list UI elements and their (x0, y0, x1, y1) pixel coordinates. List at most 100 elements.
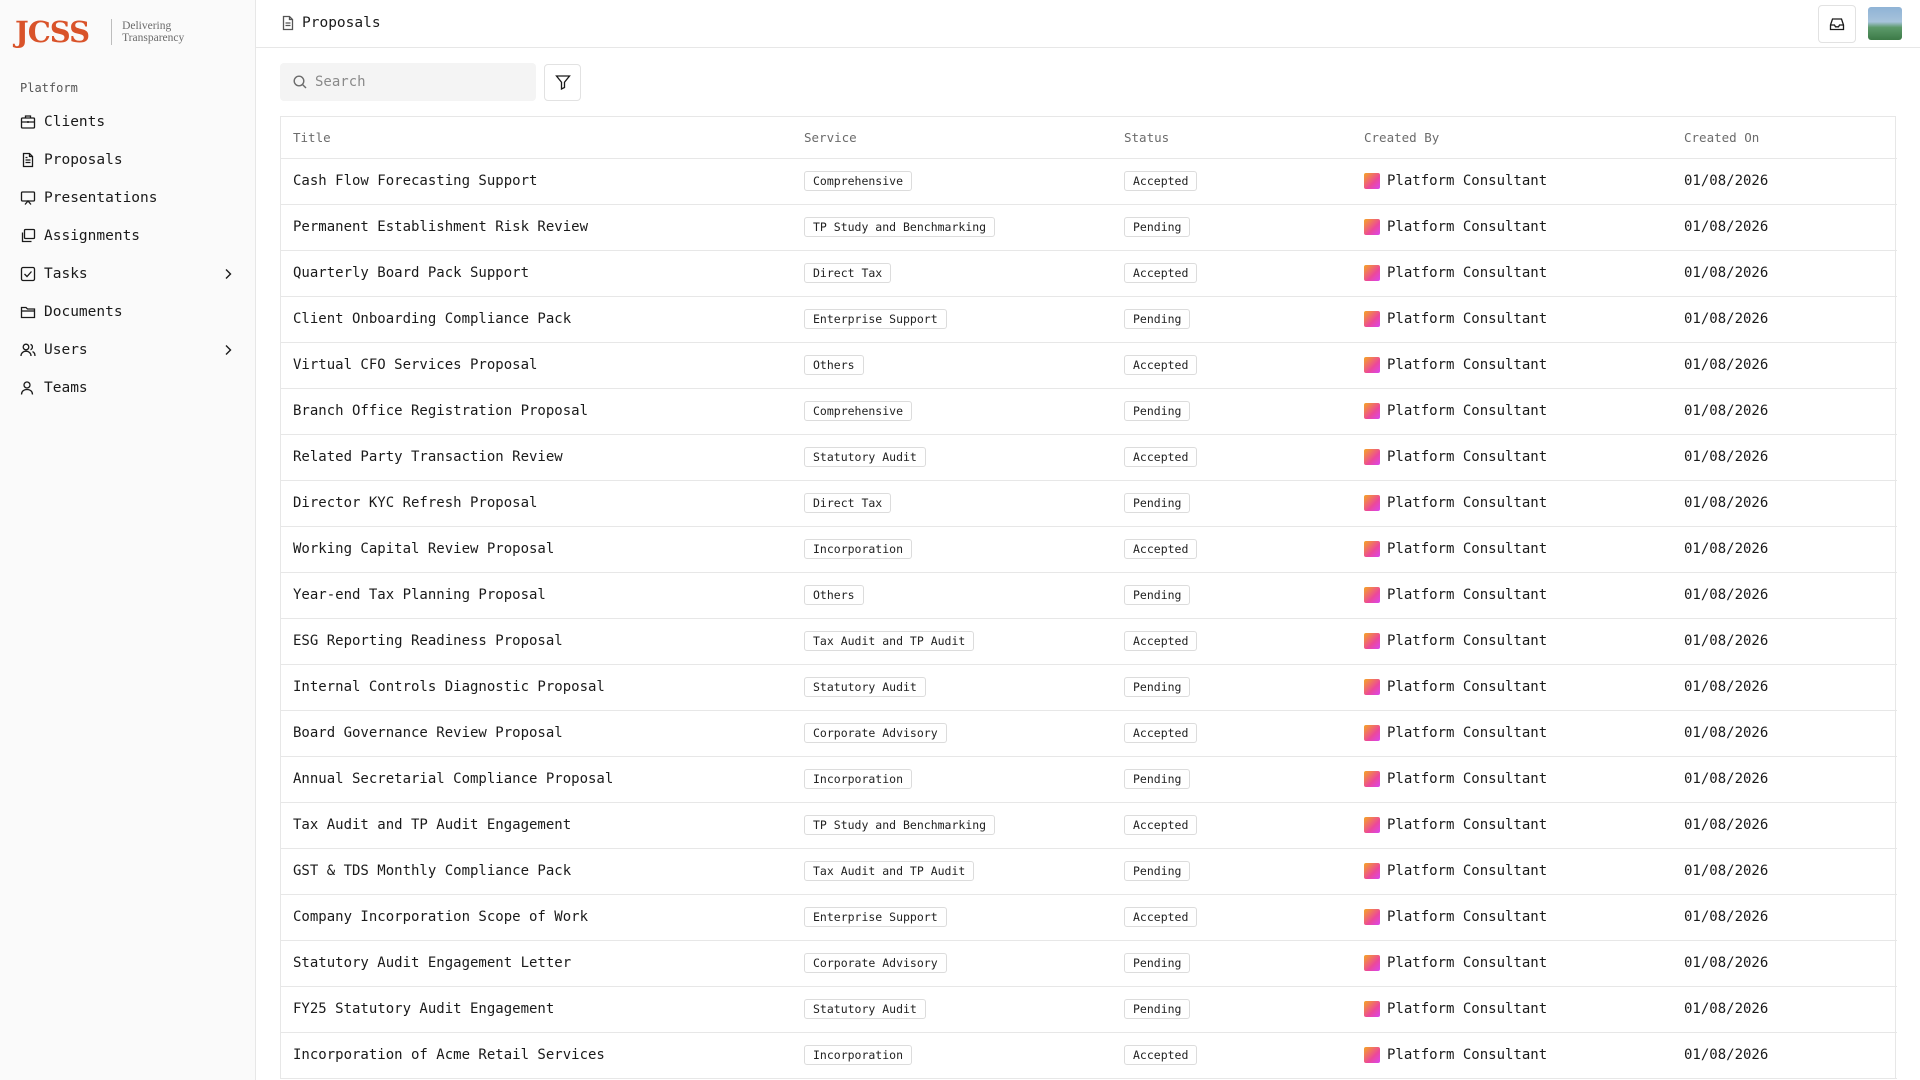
table-row[interactable]: Client Onboarding Compliance Pack Enterpr… (281, 296, 1897, 343)
cell-created-on: 01/08/2026 (1672, 342, 1897, 389)
cell-service: Direct Tax (792, 480, 1112, 527)
column-header-service[interactable]: Service (792, 117, 1112, 159)
creator-name: Platform Consultant (1387, 357, 1548, 373)
cell-title[interactable]: GST & TDS Monthly Compliance Pack (281, 848, 792, 895)
status-badge: Pending (1124, 769, 1191, 789)
sidebar-item-users[interactable]: Users (10, 331, 242, 369)
column-header-created-on[interactable]: Created On (1672, 117, 1897, 159)
table-row[interactable]: Year-end Tax Planning Proposal Others Pend… (281, 572, 1897, 619)
avatar[interactable] (1868, 7, 1902, 40)
sidebar-item-label: Proposals (44, 152, 123, 168)
cell-title[interactable]: Related Party Transaction Review (281, 434, 792, 481)
cell-status: Accepted (1112, 710, 1352, 757)
table-row[interactable]: Working Capital Review Proposal Incorpora… (281, 526, 1897, 573)
table-row[interactable]: Tax Audit and TP Audit Engagement TP Stud… (281, 802, 1897, 849)
cell-created-by: Platform Consultant (1352, 342, 1672, 389)
cell-title[interactable]: Permanent Establishment Risk Review (281, 204, 792, 251)
table-row[interactable]: Statutory Audit Engagement Letter Corpora… (281, 940, 1897, 987)
table-row[interactable]: Virtual CFO Services Proposal Others Accep… (281, 342, 1897, 389)
cell-title[interactable]: ESG Reporting Readiness Proposal (281, 618, 792, 665)
table-row[interactable]: Quarterly Board Pack Support Direct Tax Ac… (281, 250, 1897, 297)
cell-title[interactable]: Virtual CFO Services Proposal (281, 342, 792, 389)
table-row[interactable]: Permanent Establishment Risk Review TP St… (281, 204, 1897, 251)
table-row[interactable]: Cash Flow Forecasting Support Comprehensi… (281, 158, 1897, 205)
user-avatar-icon (1364, 311, 1380, 327)
sidebar-item-tasks[interactable]: Tasks (10, 255, 242, 293)
cell-created-on: 01/08/2026 (1672, 572, 1897, 619)
breadcrumb-current[interactable]: Proposals (302, 15, 381, 31)
team-icon (20, 380, 36, 396)
cell-title[interactable]: Statutory Audit Engagement Letter (281, 940, 792, 987)
cell-created-on: 01/08/2026 (1672, 204, 1897, 251)
table-row[interactable]: Branch Office Registration Proposal Compr… (281, 388, 1897, 435)
table-row[interactable]: ESG Reporting Readiness Proposal Tax Audi… (281, 618, 1897, 665)
cell-service: Incorporation (792, 756, 1112, 803)
cell-title[interactable]: Tax Audit and TP Audit Engagement (281, 802, 792, 849)
column-header-created-by[interactable]: Created By (1352, 117, 1672, 159)
cell-created-on: 01/08/2026 (1672, 158, 1897, 205)
cell-title[interactable]: Client Onboarding Compliance Pack (281, 296, 792, 343)
status-badge: Accepted (1124, 723, 1198, 743)
cell-title[interactable]: Quarterly Board Pack Support (281, 250, 792, 297)
cell-created-by: Platform Consultant (1352, 388, 1672, 435)
inbox-button[interactable] (1818, 5, 1856, 43)
status-badge: Accepted (1124, 815, 1198, 835)
cell-title[interactable]: Working Capital Review Proposal (281, 526, 792, 573)
table-row[interactable]: Company Incorporation Scope of Work Enter… (281, 894, 1897, 941)
service-badge: Comprehensive (804, 401, 913, 421)
table-row[interactable]: FY25 Statutory Audit Engagement Statutory… (281, 986, 1897, 1033)
search-box[interactable] (280, 63, 536, 101)
sidebar-item-documents[interactable]: Documents (10, 293, 242, 331)
cell-title[interactable]: Company Incorporation Scope of Work (281, 894, 792, 941)
sidebar-item-clients[interactable]: Clients (10, 103, 242, 141)
cell-title[interactable]: Cash Flow Forecasting Support (281, 158, 792, 205)
brand[interactable]: JCSS Delivering Transparency (15, 12, 184, 52)
cell-title[interactable]: Incorporation of Acme Retail Services (281, 1032, 792, 1079)
sidebar-item-teams[interactable]: Teams (10, 369, 242, 407)
cell-title[interactable]: Board Governance Review Proposal (281, 710, 792, 757)
inbox-icon (1829, 16, 1845, 32)
service-badge: Others (804, 585, 864, 605)
table-row[interactable]: Director KYC Refresh Proposal Direct Tax P… (281, 480, 1897, 527)
creator: Platform Consultant (1364, 311, 1672, 327)
cell-service: Statutory Audit (792, 664, 1112, 711)
creator: Platform Consultant (1364, 449, 1672, 465)
cell-title[interactable]: Director KYC Refresh Proposal (281, 480, 792, 527)
creator: Platform Consultant (1364, 495, 1672, 511)
column-header-status[interactable]: Status (1112, 117, 1352, 159)
sidebar-item-presentations[interactable]: Presentations (10, 179, 242, 217)
search-input[interactable] (315, 74, 515, 90)
sidebar: JCSS Delivering Transparency Platform Cl… (0, 0, 256, 1080)
brand-tagline-line-2: Transparency (122, 32, 185, 44)
user-avatar-icon (1364, 679, 1380, 695)
table-row[interactable]: GST & TDS Monthly Compliance Pack Tax Aud… (281, 848, 1897, 895)
table-row[interactable]: Incorporation of Acme Retail Services Inc… (281, 1032, 1897, 1079)
cell-title[interactable]: Branch Office Registration Proposal (281, 388, 792, 435)
status-badge: Accepted (1124, 447, 1198, 467)
sidebar-item-proposals[interactable]: Proposals (10, 141, 242, 179)
creator-name: Platform Consultant (1387, 725, 1548, 741)
cell-status: Accepted (1112, 618, 1352, 665)
chevron-right-icon[interactable] (220, 342, 236, 358)
cell-status: Pending (1112, 572, 1352, 619)
table-row[interactable]: Annual Secretarial Compliance Proposal In… (281, 756, 1897, 803)
cell-created-on: 01/08/2026 (1672, 388, 1897, 435)
brand-tagline: Delivering Transparency (122, 20, 184, 45)
cell-title[interactable]: Internal Controls Diagnostic Proposal (281, 664, 792, 711)
building-icon (20, 114, 36, 130)
checkbox-icon (20, 266, 36, 282)
table-row[interactable]: Internal Controls Diagnostic Proposal Sta… (281, 664, 1897, 711)
creator-name: Platform Consultant (1387, 265, 1548, 281)
cell-title[interactable]: Annual Secretarial Compliance Proposal (281, 756, 792, 803)
cell-title[interactable]: FY25 Statutory Audit Engagement (281, 986, 792, 1033)
column-header-title[interactable]: Title (281, 117, 792, 159)
chevron-right-icon[interactable] (220, 266, 236, 282)
table-row[interactable]: Related Party Transaction Review Statutor… (281, 434, 1897, 481)
cell-service: Statutory Audit (792, 434, 1112, 481)
sidebar-item-assignments[interactable]: Assignments (10, 217, 242, 255)
table-row[interactable]: Board Governance Review Proposal Corporat… (281, 710, 1897, 757)
cell-status: Accepted (1112, 526, 1352, 573)
cell-created-by: Platform Consultant (1352, 756, 1672, 803)
filter-button[interactable] (544, 63, 581, 101)
cell-title[interactable]: Year-end Tax Planning Proposal (281, 572, 792, 619)
